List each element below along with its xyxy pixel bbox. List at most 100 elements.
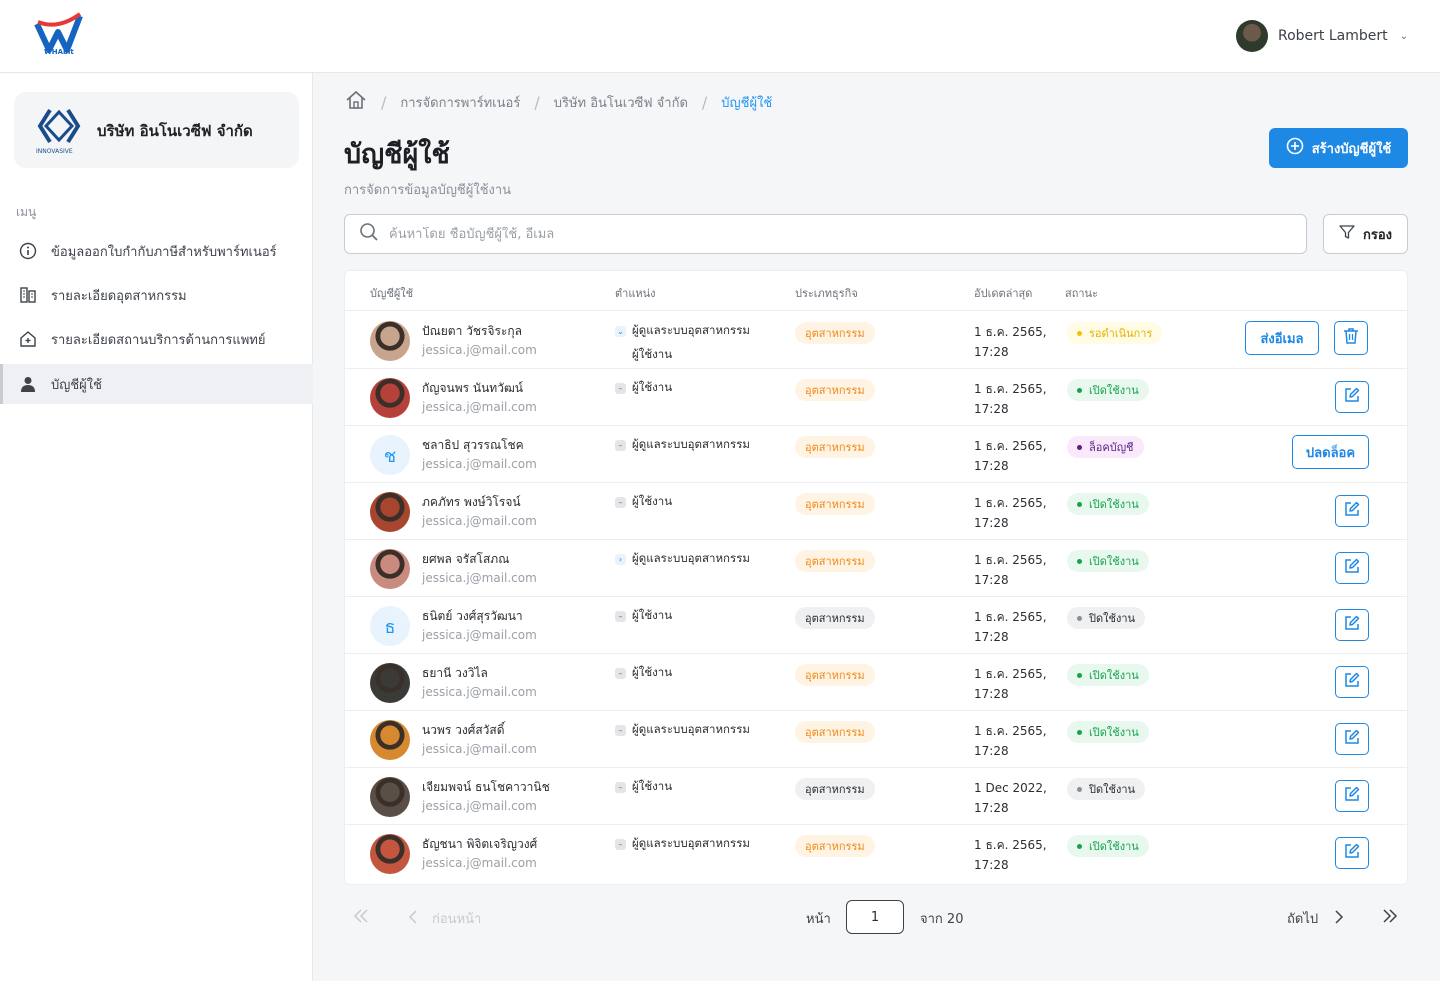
status-dot <box>1077 729 1082 735</box>
user-email: jessica.j@mail.com <box>422 628 537 642</box>
last-updated: 1 ธ.ค. 2565, 17:28 <box>974 721 1047 761</box>
user-name[interactable]: ชลาธิป สุวรรณโชค <box>422 436 524 455</box>
edit-icon <box>1343 386 1361 408</box>
search-bar <box>344 214 1307 254</box>
user-name[interactable]: ยศพล จรัสโสภณ <box>422 550 509 569</box>
minus-icon[interactable]: – <box>615 496 626 508</box>
send-email-button[interactable]: ส่งอีเมล <box>1245 321 1319 355</box>
unlock-button[interactable]: ปลดล็อค <box>1292 435 1369 469</box>
status-dot <box>1077 786 1082 792</box>
edit-button[interactable] <box>1335 609 1369 641</box>
edit-button[interactable] <box>1335 381 1369 413</box>
edit-button[interactable] <box>1335 780 1369 812</box>
updated-time: 17:28 <box>974 573 1009 587</box>
user-name[interactable]: ปัณยตา วัชรจิระกุล <box>422 322 522 341</box>
minus-icon[interactable]: – <box>615 439 626 451</box>
minus-icon[interactable]: – <box>615 838 626 850</box>
user-name[interactable]: ธนิตย์ วงศ์สุรวัฒนา <box>422 607 523 626</box>
next-page-button[interactable]: ถัดไป <box>1287 908 1344 929</box>
edit-icon <box>1343 671 1361 693</box>
chevron-right-icon[interactable]: › <box>615 553 626 565</box>
breadcrumb-partner-management[interactable]: การจัดการพาร์ทเนอร์ <box>400 92 520 113</box>
user-role-label: ผู้ดูแลระบบอุตสาหกรรม <box>632 437 750 451</box>
user-role-label: ผู้ใช้งาน <box>632 380 673 394</box>
updated-time: 17:28 <box>974 345 1009 359</box>
minus-icon[interactable]: – <box>615 382 626 394</box>
status-dot <box>1077 558 1082 564</box>
last-page-button[interactable] <box>1381 908 1399 928</box>
company-logo-text: INNOVASIVE <box>36 148 73 155</box>
user-name[interactable]: นวพร วงศ์สวัสดิ์ <box>422 721 505 740</box>
user-email: jessica.j@mail.com <box>422 514 537 528</box>
sidebar-item-industry[interactable]: รายละเอียดอุตสาหกรรม <box>0 275 313 315</box>
user-email: jessica.j@mail.com <box>422 799 537 813</box>
sidebar-item-tax-info[interactable]: ข้อมูลออกใบกำกับภาษีสำหรับพาร์ทเนอร์ <box>0 231 313 271</box>
column-header-position[interactable]: ตำแหน่ง <box>615 284 656 302</box>
last-updated: 1 ธ.ค. 2565, 17:28 <box>974 607 1047 647</box>
column-header-status[interactable]: สถานะ <box>1065 284 1098 302</box>
user-name[interactable]: ภคภัทร พงษ์วิโรจน์ <box>422 493 521 512</box>
user-avatar <box>1235 20 1268 52</box>
prev-page-button[interactable]: ก่อนหน้า <box>408 908 481 929</box>
user-name[interactable]: กัญจนพร นันทวัฒน์ <box>422 379 523 398</box>
edit-button[interactable] <box>1335 723 1369 755</box>
updated-date: 1 ธ.ค. 2565, <box>974 325 1047 339</box>
last-updated: 1 ธ.ค. 2565, 17:28 <box>974 550 1047 590</box>
edit-button[interactable] <box>1335 495 1369 527</box>
minus-icon[interactable]: – <box>615 724 626 736</box>
company-name: บริษัท อินโนเวซีฟ จำกัด <box>97 122 253 140</box>
updated-date: 1 ธ.ค. 2565, <box>974 382 1047 396</box>
filter-button[interactable]: กรอง <box>1323 214 1408 254</box>
sidebar-item-users[interactable]: บัญชีผู้ใช้ <box>0 364 313 404</box>
user-menu[interactable]: Robert Lambert ⌄ <box>1235 20 1408 52</box>
create-account-button[interactable]: สร้างบัญชีผู้ใช้ <box>1269 128 1408 168</box>
column-header-account[interactable]: บัญชีผู้ใช้ <box>370 284 413 302</box>
minus-icon[interactable]: – <box>615 610 626 622</box>
table-row: ธยานี วงวิไล jessica.j@mail.com – ผู้ใช้งาน… <box>345 654 1407 711</box>
first-page-button[interactable] <box>352 908 370 928</box>
user-email: jessica.j@mail.com <box>422 685 537 699</box>
breadcrumb-company[interactable]: บริษัท อินโนเวซีฟ จำกัด <box>554 92 688 113</box>
user-role: ⌄ ผู้ดูแลระบบอุตสาหกรรม <box>615 322 750 340</box>
minus-icon[interactable]: – <box>615 781 626 793</box>
status-label: เปิดใช้งาน <box>1089 840 1139 853</box>
search-input[interactable] <box>389 226 1289 242</box>
edit-button[interactable] <box>1335 666 1369 698</box>
user-email: jessica.j@mail.com <box>422 742 537 756</box>
chevron-down-icon: ⌄ <box>1399 30 1408 42</box>
edit-button[interactable] <box>1335 837 1369 869</box>
chevron-down-icon[interactable]: ⌄ <box>615 325 626 337</box>
trash-icon <box>1343 327 1359 349</box>
business-type-badge: อุตสาหกรรม <box>795 778 875 800</box>
user-name[interactable]: ธยานี วงวิไล <box>422 664 488 683</box>
page-number-input[interactable]: 1 <box>846 900 904 934</box>
status-badge: ปิดใช้งาน <box>1067 778 1146 800</box>
user-email: jessica.j@mail.com <box>422 856 537 870</box>
status-dot <box>1077 843 1082 849</box>
updated-time: 17:28 <box>974 459 1009 473</box>
double-chevron-right-icon <box>1381 908 1399 928</box>
edit-icon <box>1343 728 1361 750</box>
user-role-label: ผู้ใช้งาน <box>632 608 673 622</box>
status-badge: เปิดใช้งาน <box>1067 493 1149 515</box>
user-name[interactable]: เจียมพจน์ ธนโชคาวานิช <box>422 778 550 797</box>
column-header-last-updated[interactable]: อัปเดตล่าสุด <box>974 284 1032 302</box>
table-row: นวพร วงศ์สวัสดิ์ jessica.j@mail.com – ผู้ดู… <box>345 711 1407 768</box>
table-row: ยศพล จรัสโสภณ jessica.j@mail.com › ผู้ดูแลร… <box>345 540 1407 597</box>
sidebar: INNOVASIVE บริษัท อินโนเวซีฟ จำกัด เมนู … <box>0 73 313 981</box>
updated-date: 1 ธ.ค. 2565, <box>974 724 1047 738</box>
updated-time: 17:28 <box>974 858 1009 872</box>
delete-button[interactable] <box>1334 321 1368 355</box>
user-name[interactable]: ธัญชนา พิจิตเจริญวงศ์ <box>422 835 537 854</box>
user-role-secondary: ผู้ใช้งาน <box>632 347 673 361</box>
sidebar-item-medical[interactable]: รายละเอียดสถานบริการด้านการแพทย์ <box>0 319 313 359</box>
updated-time: 17:28 <box>974 630 1009 644</box>
home-icon[interactable] <box>345 90 367 114</box>
status-badge: ปิดใช้งาน <box>1067 607 1146 629</box>
minus-icon[interactable]: – <box>615 667 626 679</box>
status-dot <box>1077 387 1082 393</box>
edit-button[interactable] <box>1335 552 1369 584</box>
edit-icon <box>1343 557 1361 579</box>
user-email: jessica.j@mail.com <box>422 571 537 585</box>
column-header-business-type[interactable]: ประเภทธุรกิจ <box>795 284 858 302</box>
